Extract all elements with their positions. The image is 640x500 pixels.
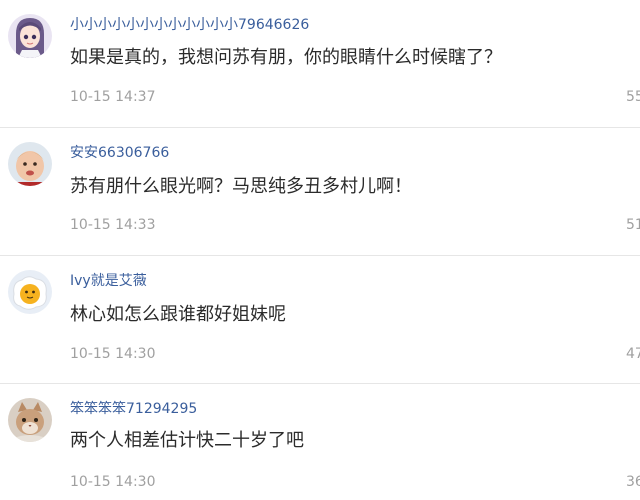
comment-username[interactable]: Ivy就是艾薇 bbox=[70, 272, 147, 290]
comment-time: 10-15 14:37 bbox=[70, 89, 156, 105]
egg-avatar-icon bbox=[8, 270, 52, 314]
comment-text: 两个人相差估计快二十岁了吧 bbox=[70, 430, 304, 451]
avatar[interactable] bbox=[8, 14, 52, 58]
comment-item: 笨笨笨笨71294295 两个人相差估计快二十岁了吧 10-15 14:30 3… bbox=[0, 384, 640, 500]
comment-item: 安安66306766 苏有朋什么眼光啊？马思纯多丑多村儿啊！ 10-15 14:… bbox=[0, 128, 640, 256]
comment-username[interactable]: 小小小小小小小小小小小小79646626 bbox=[70, 16, 309, 34]
like-count[interactable]: 36 bbox=[626, 473, 640, 491]
like-count[interactable]: 51 bbox=[626, 216, 640, 234]
like-count[interactable]: 47 bbox=[626, 345, 640, 363]
comment-username[interactable]: 笨笨笨笨71294295 bbox=[70, 400, 197, 418]
comment-item: Ivy就是艾薇 林心如怎么跟谁都好姐妹呢 10-15 14:30 47 bbox=[0, 256, 640, 384]
comment-username[interactable]: 安安66306766 bbox=[70, 144, 169, 162]
comment-item: 小小小小小小小小小小小小79646626 如果是真的，我想问苏有朋，你的眼睛什么… bbox=[0, 0, 640, 128]
cat-avatar-icon bbox=[8, 398, 52, 442]
comment-text: 苏有朋什么眼光啊？马思纯多丑多村儿啊！ bbox=[70, 176, 412, 197]
avatar[interactable] bbox=[8, 270, 52, 314]
avatar[interactable] bbox=[8, 142, 52, 186]
comment-text: 林心如怎么跟谁都好姐妹呢 bbox=[70, 304, 286, 325]
comment-time: 10-15 14:30 bbox=[70, 474, 156, 490]
like-count[interactable]: 55 bbox=[626, 88, 640, 106]
avatar[interactable] bbox=[8, 398, 52, 442]
comment-time: 10-15 14:33 bbox=[70, 217, 156, 233]
baby-avatar-icon bbox=[8, 142, 52, 186]
comment-text: 如果是真的，我想问苏有朋，你的眼睛什么时候瞎了？ bbox=[70, 47, 502, 68]
anime-girl-avatar-icon bbox=[8, 14, 52, 58]
comment-time: 10-15 14:30 bbox=[70, 346, 156, 362]
